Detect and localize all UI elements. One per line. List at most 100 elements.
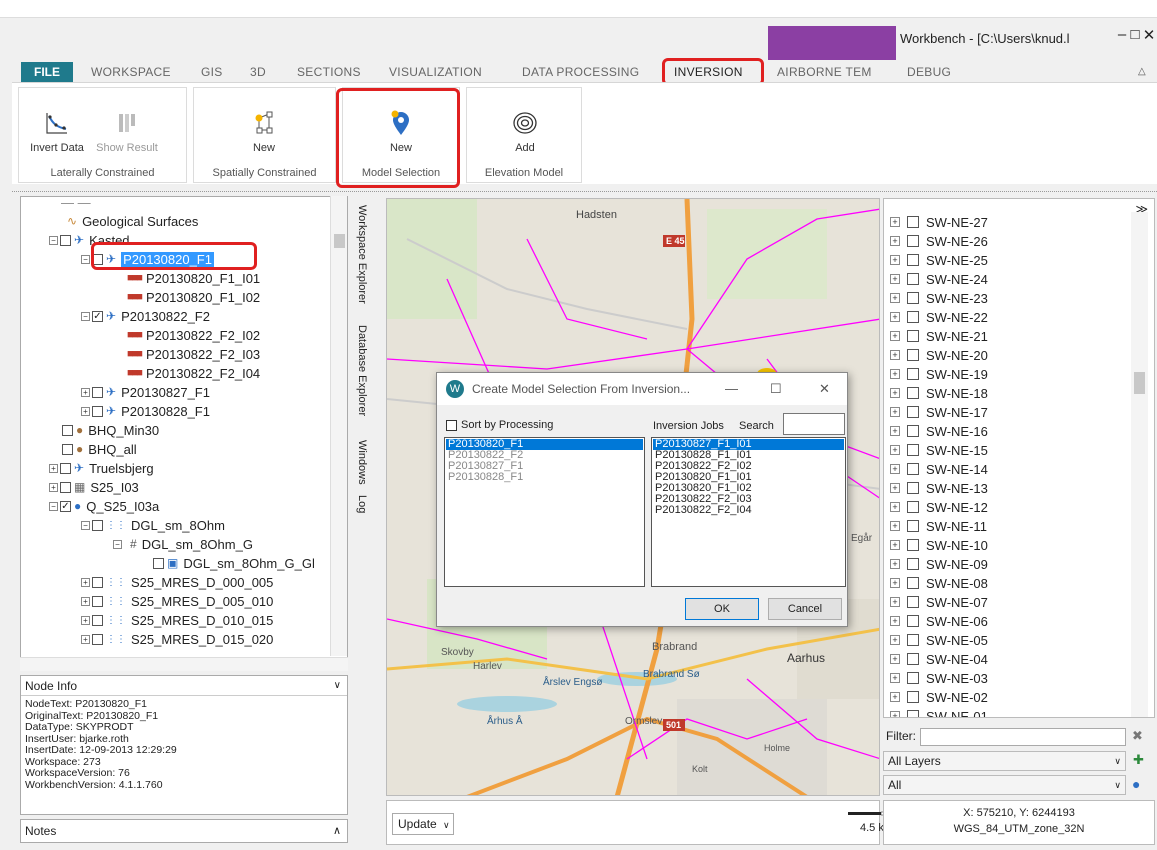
- collapse-icon[interactable]: −: [49, 501, 58, 511]
- tab-database-explorer[interactable]: Database Explorer: [352, 325, 368, 435]
- checkbox[interactable]: [92, 633, 103, 645]
- elevation-add-button[interactable]: Add: [505, 110, 545, 154]
- checkbox[interactable]: [907, 596, 919, 608]
- list-item[interactable]: + SW-NE-02: [890, 688, 988, 706]
- checkbox[interactable]: [907, 330, 919, 342]
- checkbox[interactable]: [907, 368, 919, 380]
- collapse-icon[interactable]: −: [113, 539, 122, 549]
- add-layer-icon[interactable]: ✚: [1133, 752, 1144, 768]
- list-item[interactable]: + SW-NE-13: [890, 479, 988, 497]
- expand-icon[interactable]: +: [81, 577, 90, 587]
- expand-icon[interactable]: +: [890, 255, 900, 265]
- expand-icon[interactable]: +: [890, 673, 900, 683]
- list-item[interactable]: + SW-NE-17: [890, 403, 988, 421]
- maximize-button[interactable]: □: [1128, 26, 1142, 43]
- checkbox[interactable]: [153, 557, 164, 569]
- collapse-icon[interactable]: −: [81, 520, 90, 530]
- expand-icon[interactable]: +: [890, 692, 900, 702]
- checkbox[interactable]: [907, 444, 919, 456]
- checkbox[interactable]: [60, 481, 71, 493]
- expand-icon[interactable]: +: [890, 635, 900, 645]
- tree-horizontal-scrollbar[interactable]: [20, 657, 348, 671]
- checkbox[interactable]: [907, 292, 919, 304]
- tab-data-processing[interactable]: DATA PROCESSING: [522, 65, 639, 79]
- checkbox[interactable]: [907, 482, 919, 494]
- checkbox-checked[interactable]: ✓: [60, 500, 71, 512]
- expand-icon[interactable]: +: [81, 406, 90, 416]
- checkbox-checked[interactable]: ✓: [92, 310, 103, 322]
- tab-windows[interactable]: Windows: [352, 440, 368, 490]
- expand-icon[interactable]: +: [890, 445, 900, 455]
- expand-icon[interactable]: +: [890, 597, 900, 607]
- tree-item-p20130828-f1[interactable]: + ✈ P20130828_F1: [81, 402, 210, 420]
- tree-item-p20130820-f1-i02[interactable]: ■■■ P20130820_F1_I02: [127, 288, 260, 306]
- list-item[interactable]: + SW-NE-09: [890, 555, 988, 573]
- checkbox[interactable]: [907, 615, 919, 627]
- list-vertical-scrollbar[interactable]: [1131, 212, 1148, 717]
- expand-icon[interactable]: +: [890, 540, 900, 550]
- collapse-icon[interactable]: −: [81, 254, 90, 264]
- checkbox[interactable]: [907, 235, 919, 247]
- list-item[interactable]: P20130822_F2_I04: [653, 505, 844, 516]
- checkbox[interactable]: [92, 405, 103, 417]
- expand-icon[interactable]: +: [890, 483, 900, 493]
- collapse-icon[interactable]: −: [49, 235, 58, 245]
- all-dropdown[interactable]: All ∨: [883, 775, 1126, 795]
- list-item[interactable]: + SW-NE-21: [890, 327, 988, 345]
- cancel-button[interactable]: Cancel: [768, 598, 842, 620]
- checkbox[interactable]: [907, 216, 919, 228]
- checkbox[interactable]: [62, 443, 73, 455]
- tree-item-truelsbjerg[interactable]: + ✈ Truelsbjerg: [49, 459, 154, 477]
- checkbox[interactable]: [907, 520, 919, 532]
- checkbox[interactable]: [907, 501, 919, 513]
- checkbox[interactable]: [92, 519, 103, 531]
- list-item[interactable]: + SW-NE-18: [890, 384, 988, 402]
- checkbox[interactable]: [92, 614, 103, 626]
- list-item[interactable]: + SW-NE-27: [890, 213, 988, 231]
- tab-file[interactable]: FILE: [21, 62, 73, 82]
- expand-chevron-icon[interactable]: ∧: [333, 820, 341, 842]
- list-item[interactable]: + SW-NE-15: [890, 441, 988, 459]
- checkbox[interactable]: [92, 576, 103, 588]
- list-item[interactable]: + SW-NE-26: [890, 232, 988, 250]
- ok-button[interactable]: OK: [685, 598, 759, 620]
- expand-icon[interactable]: +: [81, 615, 90, 625]
- flight-list[interactable]: P20130820_F1 P20130822_F2 P20130827_F1 P…: [444, 437, 645, 587]
- checkbox[interactable]: [907, 254, 919, 266]
- expand-icon[interactable]: +: [890, 502, 900, 512]
- tree-item-p20130822-f2[interactable]: − ✓ ✈ P20130822_F2: [81, 307, 210, 325]
- inversion-jobs-list[interactable]: P20130827_F1_I01 P20130828_F1_I01 P20130…: [651, 437, 846, 587]
- checkbox[interactable]: [907, 691, 919, 703]
- tree-item-s25-mres-015-020[interactable]: + ⋮⋮ S25_MRES_D_015_020: [81, 630, 273, 648]
- expand-icon[interactable]: +: [49, 482, 58, 492]
- expand-icon[interactable]: +: [890, 559, 900, 569]
- dialog-minimize-icon[interactable]: —: [725, 381, 738, 396]
- expand-icon[interactable]: +: [890, 369, 900, 379]
- scroll-thumb[interactable]: [1134, 372, 1145, 394]
- spatial-new-button[interactable]: New: [244, 110, 284, 154]
- tree-item-s25-mres-010-015[interactable]: + ⋮⋮ S25_MRES_D_010_015: [81, 611, 273, 629]
- tab-sections[interactable]: SECTIONS: [297, 65, 361, 79]
- collapse-ribbon-icon[interactable]: △: [1138, 66, 1146, 77]
- checkbox[interactable]: [907, 558, 919, 570]
- expand-icon[interactable]: +: [81, 387, 90, 397]
- show-result-button[interactable]: Show Result: [95, 110, 159, 154]
- list-item[interactable]: + SW-NE-11: [890, 517, 987, 535]
- minimize-button[interactable]: –: [1115, 26, 1129, 43]
- tree-item-p20130822-f2-i03[interactable]: ■■■ P20130822_F2_I03: [127, 345, 260, 363]
- node-info-header[interactable]: Node Info ∨: [21, 676, 347, 696]
- tree-item-p20130822-f2-i02[interactable]: ■■■ P20130822_F2_I02: [127, 326, 260, 344]
- invert-data-button[interactable]: Invert Data: [26, 110, 88, 154]
- expand-icon[interactable]: +: [890, 407, 900, 417]
- tab-debug[interactable]: DEBUG: [907, 65, 951, 79]
- expand-icon[interactable]: +: [890, 654, 900, 664]
- list-item[interactable]: + SW-NE-10: [890, 536, 988, 554]
- tab-visualization[interactable]: VISUALIZATION: [389, 65, 482, 79]
- checkbox[interactable]: [92, 386, 103, 398]
- list-item[interactable]: + SW-NE-19: [890, 365, 988, 383]
- checkbox[interactable]: [446, 419, 457, 431]
- expand-icon[interactable]: +: [890, 293, 900, 303]
- expand-icon[interactable]: +: [890, 331, 900, 341]
- tree-item-p20130822-f2-i04[interactable]: ■■■ P20130822_F2_I04: [127, 364, 260, 382]
- dialog-close-icon[interactable]: ✕: [819, 381, 830, 397]
